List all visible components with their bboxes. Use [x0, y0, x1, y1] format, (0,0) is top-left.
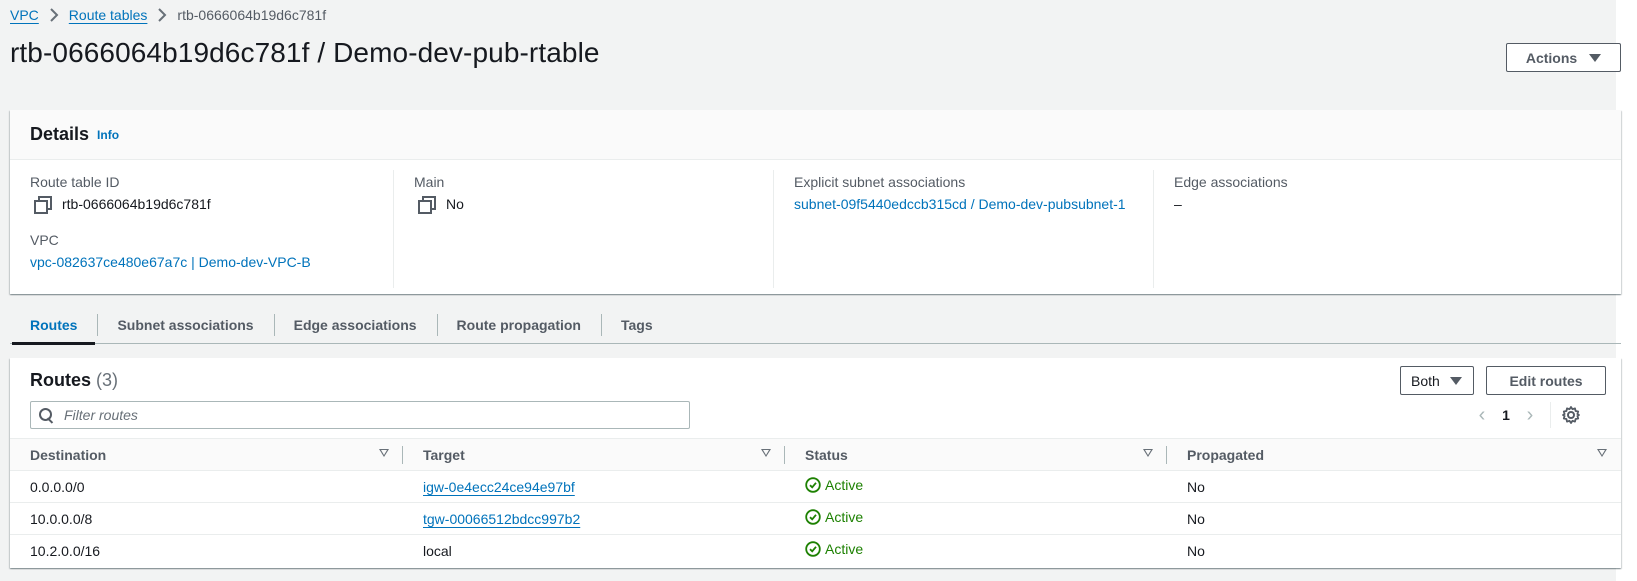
copy-icon[interactable] [34, 196, 52, 214]
copy-icon[interactable] [418, 196, 436, 214]
vpc-value: vpc-082637ce480e67a7c | Demo-dev-VPC-B [30, 254, 393, 270]
check-circle-icon [805, 541, 821, 557]
actions-label: Actions [1525, 49, 1578, 66]
sort-icon[interactable] [761, 449, 771, 457]
detail-col-route-table: Route table ID rtb-0666064b19d6c781f VPC… [10, 170, 393, 288]
caret-down-icon [1589, 53, 1602, 62]
column-label: Destination [30, 446, 107, 463]
tab-routes[interactable]: Routes [10, 306, 97, 345]
status-badge: Active [805, 477, 863, 493]
breadcrumb: VPC Route tables rtb-0666064b19d6c781f [10, 7, 326, 23]
actions-button[interactable]: Actions [1506, 43, 1621, 72]
vpc-link[interactable]: vpc-082637ce480e67a7c | Demo-dev-VPC-B [30, 254, 311, 270]
page: VPC Route tables rtb-0666064b19d6c781f r… [0, 0, 1621, 581]
status-badge: Active [805, 541, 863, 557]
cell-status: Active [785, 502, 1167, 535]
status-text: Active [825, 541, 864, 558]
cell-status: Active [785, 535, 1167, 567]
explicit-subnet-link[interactable]: subnet-09f5440edccb315cd / Demo-dev-pubs… [794, 196, 1126, 212]
page-number[interactable]: 1 [1494, 407, 1518, 423]
table-row: 10.0.0.0/8 tgw-00066512bdcc997b2 Active … [10, 502, 1621, 535]
column-header-destination[interactable]: Destination [10, 438, 403, 471]
status-badge: Active [805, 509, 863, 525]
chevron-left-icon[interactable]: ‹ [1470, 404, 1494, 427]
cell-propagated: No [1187, 542, 1205, 559]
details-title: Details [30, 124, 90, 144]
tab-list: Routes Subnet associations Edge associat… [10, 306, 1621, 345]
chevron-right-icon [157, 8, 167, 22]
detail-col-explicit-subnet: Explicit subnet associations subnet-09f5… [773, 170, 1153, 288]
info-link[interactable]: Info [97, 128, 119, 142]
table-header-row: Destination Target Status Propagated [10, 438, 1621, 471]
route-table-id-text: rtb-0666064b19d6c781f [62, 196, 211, 212]
sort-icon[interactable] [1143, 449, 1153, 457]
main-value: No [414, 196, 773, 214]
tab-route-propagation[interactable]: Route propagation [436, 306, 601, 343]
gear-icon[interactable] [1561, 405, 1581, 425]
column-header-status[interactable]: Status [785, 438, 1167, 471]
explicit-subnet-value: subnet-09f5440edccb315cd / Demo-dev-pubs… [794, 196, 1153, 212]
routes-title: Routes [30, 370, 92, 390]
caret-down-icon [1449, 376, 1462, 385]
column-label: Target [423, 446, 465, 463]
cell-destination: 10.2.0.0/16 [30, 542, 101, 559]
target-link[interactable]: tgw-00066512bdcc997b2 [423, 511, 580, 527]
cell-destination: 0.0.0.0/0 [10, 470, 403, 503]
breadcrumb-current: rtb-0666064b19d6c781f [177, 7, 327, 23]
detail-col-main: Main No [393, 170, 773, 288]
status-text: Active [825, 509, 864, 525]
target-link[interactable]: igw-0e4ecc24ce94e97bf [423, 479, 575, 495]
filter-routes-input[interactable] [62, 406, 662, 424]
column-header-propagated[interactable]: Propagated [1167, 438, 1621, 471]
main-text: No [446, 196, 464, 212]
cell-target: tgw-00066512bdcc997b2 [403, 502, 785, 535]
routes-panel: Routes (3) Both Edit routes ‹ 1 › [10, 358, 1621, 568]
chevron-right-icon[interactable]: › [1518, 404, 1542, 427]
breadcrumb-vpc[interactable]: VPC [10, 7, 39, 23]
tab-tags[interactable]: Tags [600, 306, 673, 343]
routes-table: Destination Target Status Propagated 0.0… [10, 438, 1621, 567]
explicit-subnet-label: Explicit subnet associations [794, 174, 966, 190]
detail-col-edge: Edge associations – [1153, 170, 1613, 288]
vpc-label: VPC [30, 232, 59, 248]
route-filter-select[interactable]: Both [1400, 366, 1474, 395]
cell-status: Active [785, 470, 1167, 503]
sort-icon[interactable] [379, 449, 389, 457]
check-circle-icon [805, 477, 821, 493]
chevron-right-icon [49, 8, 59, 22]
status-text: Active [825, 477, 864, 493]
routes-count: (3) [96, 370, 119, 390]
tab-edge-associations[interactable]: Edge associations [273, 306, 437, 343]
breadcrumb-route-tables[interactable]: Route tables [69, 7, 148, 23]
column-label: Status [805, 446, 848, 463]
cell-destination: 10.0.0.0/8 [10, 502, 403, 535]
edge-associations-label: Edge associations [1174, 174, 1288, 190]
edit-routes-button[interactable]: Edit routes [1486, 366, 1606, 395]
table-row: 0.0.0.0/0 igw-0e4ecc24ce94e97bf Active N… [10, 470, 1621, 503]
pager-divider [1550, 402, 1551, 428]
cell-propagated: No [1167, 502, 1621, 535]
details-panel: Details Info Route table ID rtb-0666064b… [10, 110, 1621, 294]
cell-propagated: No [1167, 470, 1621, 503]
column-label: Propagated [1187, 446, 1265, 463]
pagination: ‹ 1 › [1470, 402, 1581, 428]
column-header-target[interactable]: Target [403, 438, 785, 471]
details-header: Details Info [10, 110, 1621, 160]
search-icon [39, 407, 54, 423]
route-table-id-value: rtb-0666064b19d6c781f [30, 196, 393, 214]
route-table-id-label: Route table ID [30, 174, 120, 190]
tab-subnet-associations[interactable]: Subnet associations [97, 306, 273, 343]
sort-icon[interactable] [1597, 449, 1607, 457]
table-row: 10.2.0.0/16 local Active No [10, 535, 1621, 567]
cell-target: local [423, 542, 452, 559]
route-filter-select-value: Both [1411, 372, 1440, 389]
main-label: Main [414, 174, 445, 190]
check-circle-icon [805, 509, 821, 525]
filter-routes-field[interactable] [30, 401, 690, 429]
page-title: rtb-0666064b19d6c781f / Demo-dev-pub-rta… [10, 37, 600, 68]
routes-heading: Routes (3) [30, 370, 118, 391]
cell-target: igw-0e4ecc24ce94e97bf [403, 470, 785, 503]
edge-associations-value: – [1174, 196, 1182, 212]
